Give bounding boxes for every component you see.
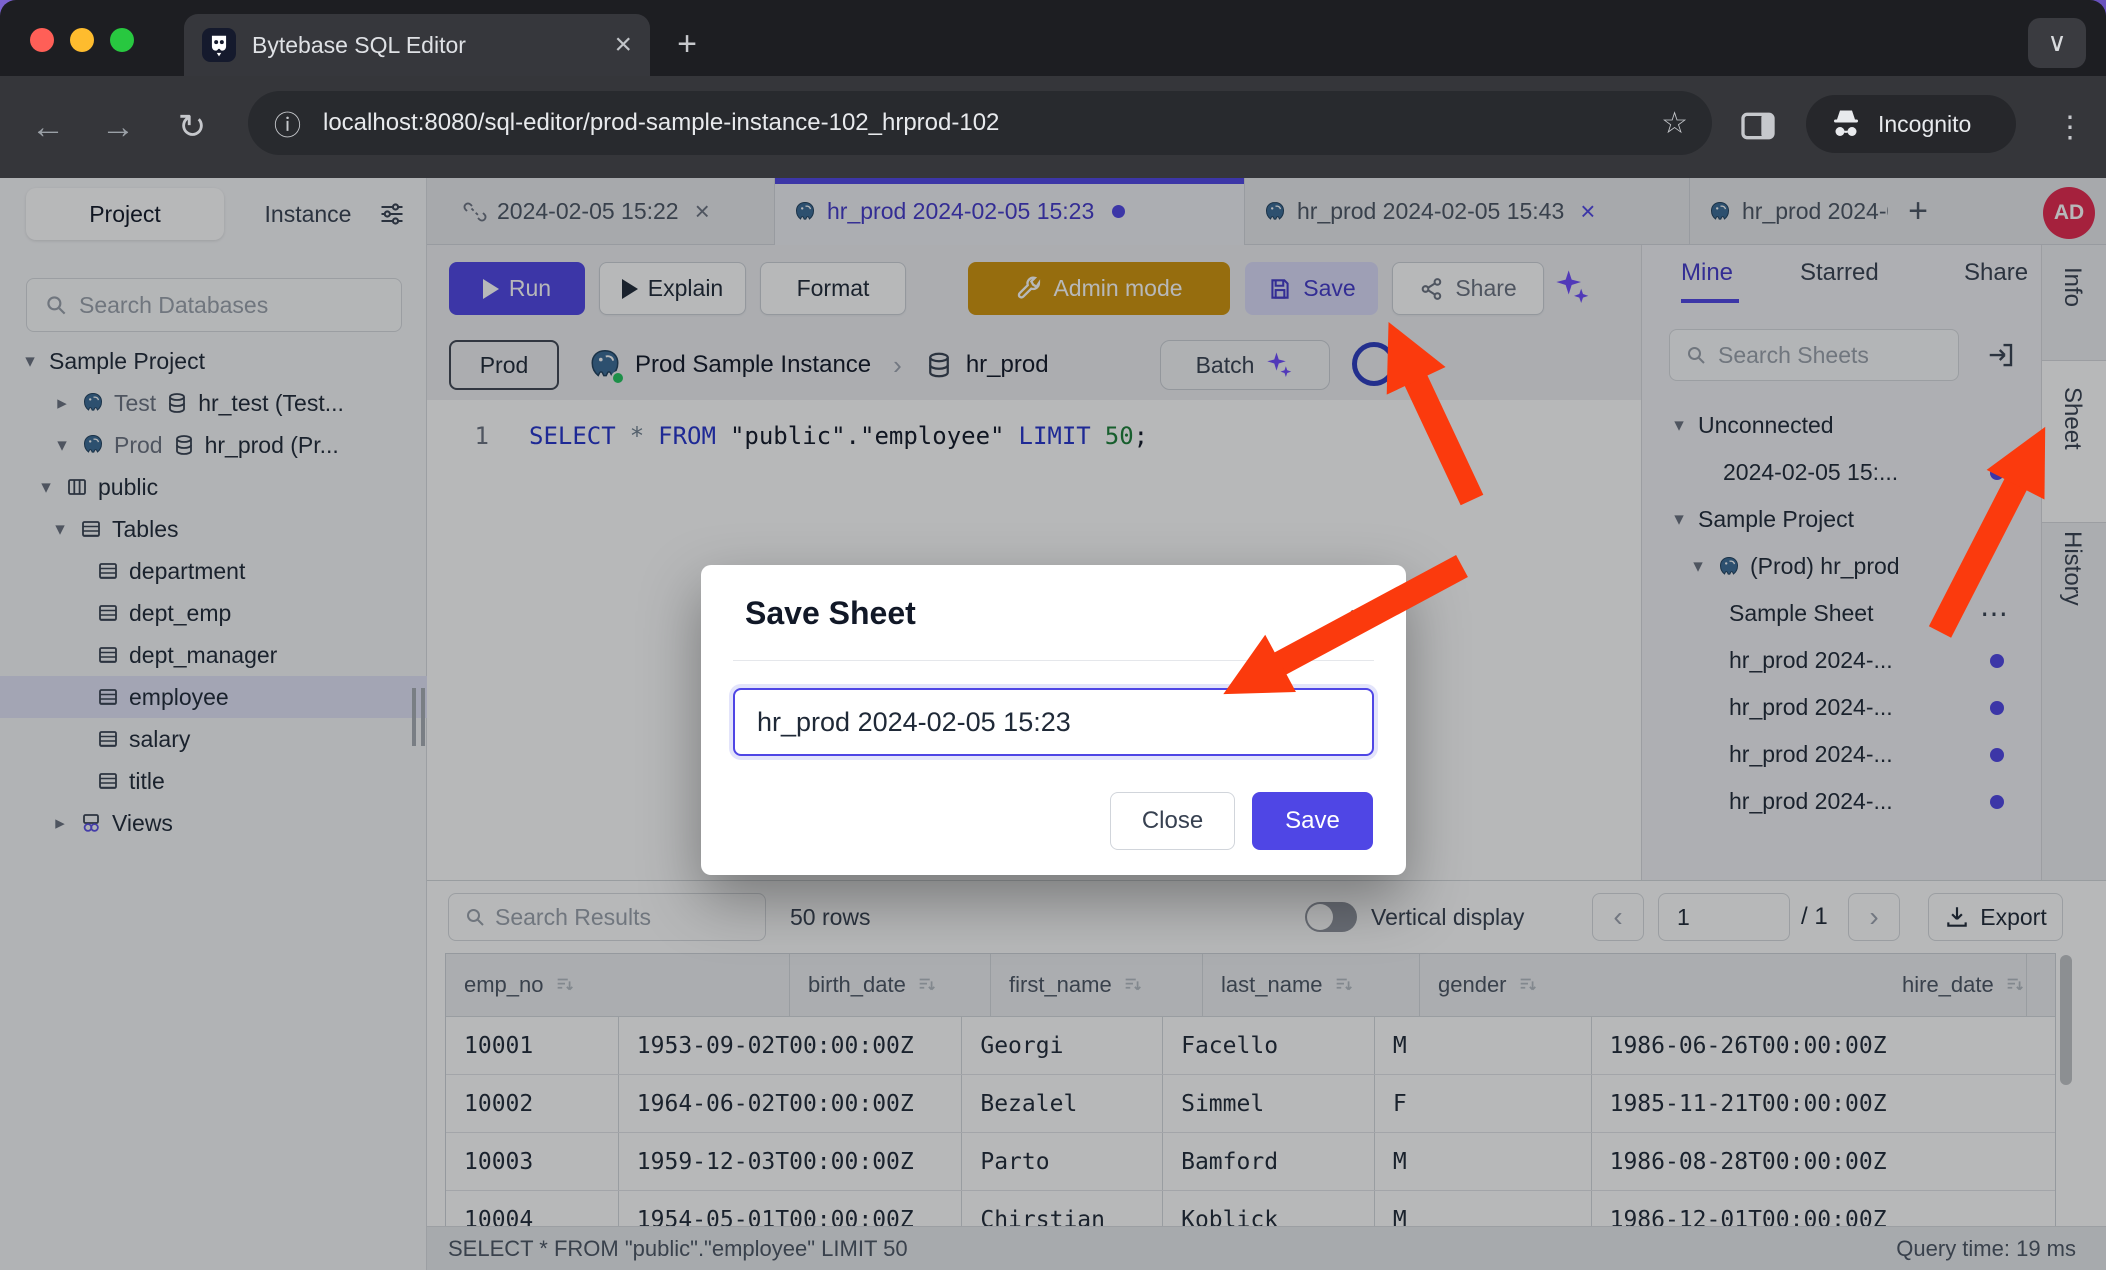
browser-window: Bytebase SQL Editor × + ∨ ← → ↻ ⓘ ☆ Inco… [0,0,2106,1270]
forward-button[interactable]: → [88,76,148,178]
sheet-name-input[interactable] [733,688,1374,756]
browser-titlebar: Bytebase SQL Editor × + ∨ [0,0,2106,76]
incognito-label: Incognito [1878,111,1971,138]
traffic-light-close[interactable] [30,28,54,52]
dialog-save-button[interactable]: Save [1252,792,1373,850]
tab-search-chevron-button[interactable]: ∨ [2028,18,2086,68]
tab-close-icon[interactable]: × [614,30,632,60]
side-panel-icon[interactable] [1738,106,1778,146]
incognito-icon [1828,106,1864,142]
site-info-icon[interactable]: ⓘ [274,104,301,143]
browser-tab-title: Bytebase SQL Editor [252,32,614,59]
bytebase-favicon [202,28,236,62]
traffic-light-maximize[interactable] [110,28,134,52]
browser-navbar: ← → ↻ ⓘ ☆ Incognito ⋮ [0,76,2106,178]
url-input[interactable] [323,109,1649,137]
dialog-divider [733,660,1374,661]
browser-menu-button[interactable]: ⋮ [2040,76,2100,178]
url-bar[interactable]: ⓘ ☆ [248,91,1712,155]
back-button[interactable]: ← [18,76,78,178]
reload-button[interactable]: ↻ [162,76,222,178]
traffic-light-minimize[interactable] [70,28,94,52]
browser-tab[interactable]: Bytebase SQL Editor × [184,14,650,76]
dialog-close-icon[interactable]: × [1348,599,1368,638]
incognito-badge: Incognito [1806,95,2016,153]
dialog-title: Save Sheet [745,595,916,632]
save-sheet-dialog: Save Sheet × Close Save [701,565,1406,875]
bookmark-star-icon[interactable]: ☆ [1661,106,1688,141]
dialog-close-button[interactable]: Close [1110,792,1235,850]
new-tab-button[interactable]: + [664,22,710,68]
